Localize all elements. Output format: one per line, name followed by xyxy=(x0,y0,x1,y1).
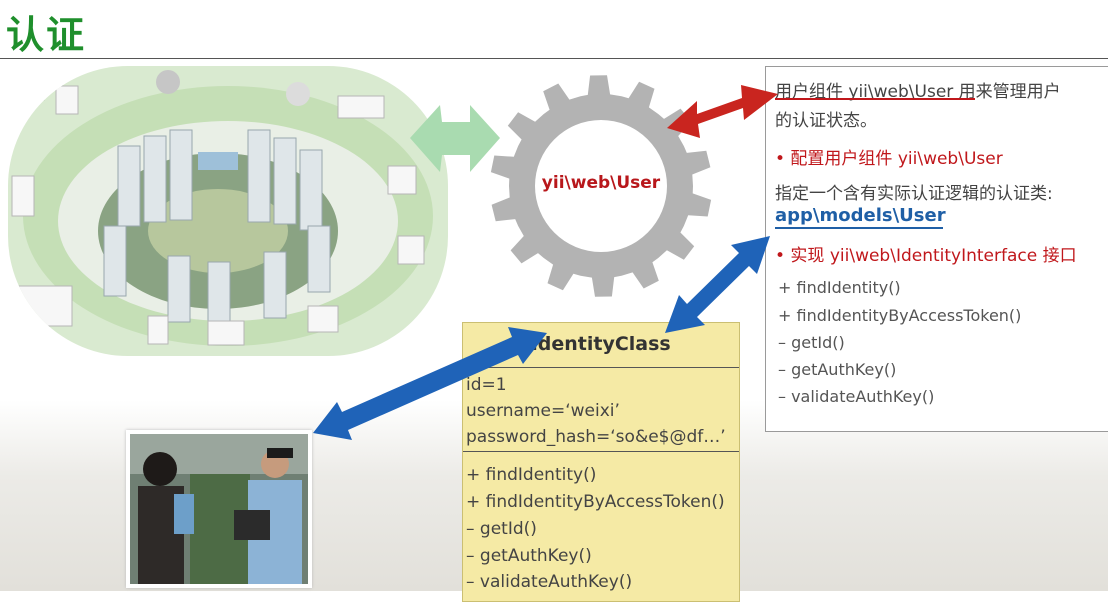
identity-class-title: identityClass xyxy=(531,333,671,355)
info-method: + findIdentityByAccessToken() xyxy=(778,306,1022,325)
police-check-photo xyxy=(126,430,312,588)
gear-label: yii\web\User xyxy=(541,173,661,193)
info-method: + findIdentity() xyxy=(778,278,901,297)
class-field: id=1 xyxy=(466,375,507,395)
user-component-gear: yii\web\User xyxy=(488,73,714,299)
class-field: username=‘weixi’ xyxy=(466,401,620,421)
info-line-4: app\models\User xyxy=(775,205,946,226)
campus-illustration xyxy=(8,66,448,356)
class-field: password_hash=‘so&e$@df…’ xyxy=(466,427,726,447)
info-panel: 用户组件 yii\web\User 用来管理用户 的认证状态。 • 配置用户组件… xyxy=(765,66,1108,432)
blue-underline xyxy=(775,227,943,229)
slide: 认证 yii\web\User 用户组件 yii\web\User 用来管理用户… xyxy=(0,0,1108,602)
class-method: – getAuthKey() xyxy=(466,546,592,566)
info-bullet-2: • 实现 yii\web\IdentityInterface 接口 xyxy=(775,246,1077,266)
identity-class-box: identityClass id=1 username=‘weixi’ pass… xyxy=(462,322,740,602)
class-divider xyxy=(463,367,739,368)
info-bullet-1: • 配置用户组件 yii\web\User xyxy=(775,149,1003,169)
page-title: 认证 xyxy=(6,13,87,57)
red-underline xyxy=(775,98,975,100)
info-method: – getAuthKey() xyxy=(778,360,897,379)
class-method: – getId() xyxy=(466,519,537,539)
title-divider xyxy=(0,58,1108,59)
info-method: – getId() xyxy=(778,333,845,352)
class-method: + findIdentityByAccessToken() xyxy=(466,492,725,512)
class-method: – validateAuthKey() xyxy=(466,572,633,592)
info-method: – validateAuthKey() xyxy=(778,387,935,406)
class-divider xyxy=(463,451,739,452)
photo-graphic xyxy=(130,434,308,584)
info-line-3: 指定一个含有实际认证逻辑的认证类: xyxy=(775,184,1053,204)
class-method: + findIdentity() xyxy=(466,465,597,485)
campus-illustration-graphic xyxy=(11,70,433,346)
info-line-2: 的认证状态。 xyxy=(775,111,877,131)
